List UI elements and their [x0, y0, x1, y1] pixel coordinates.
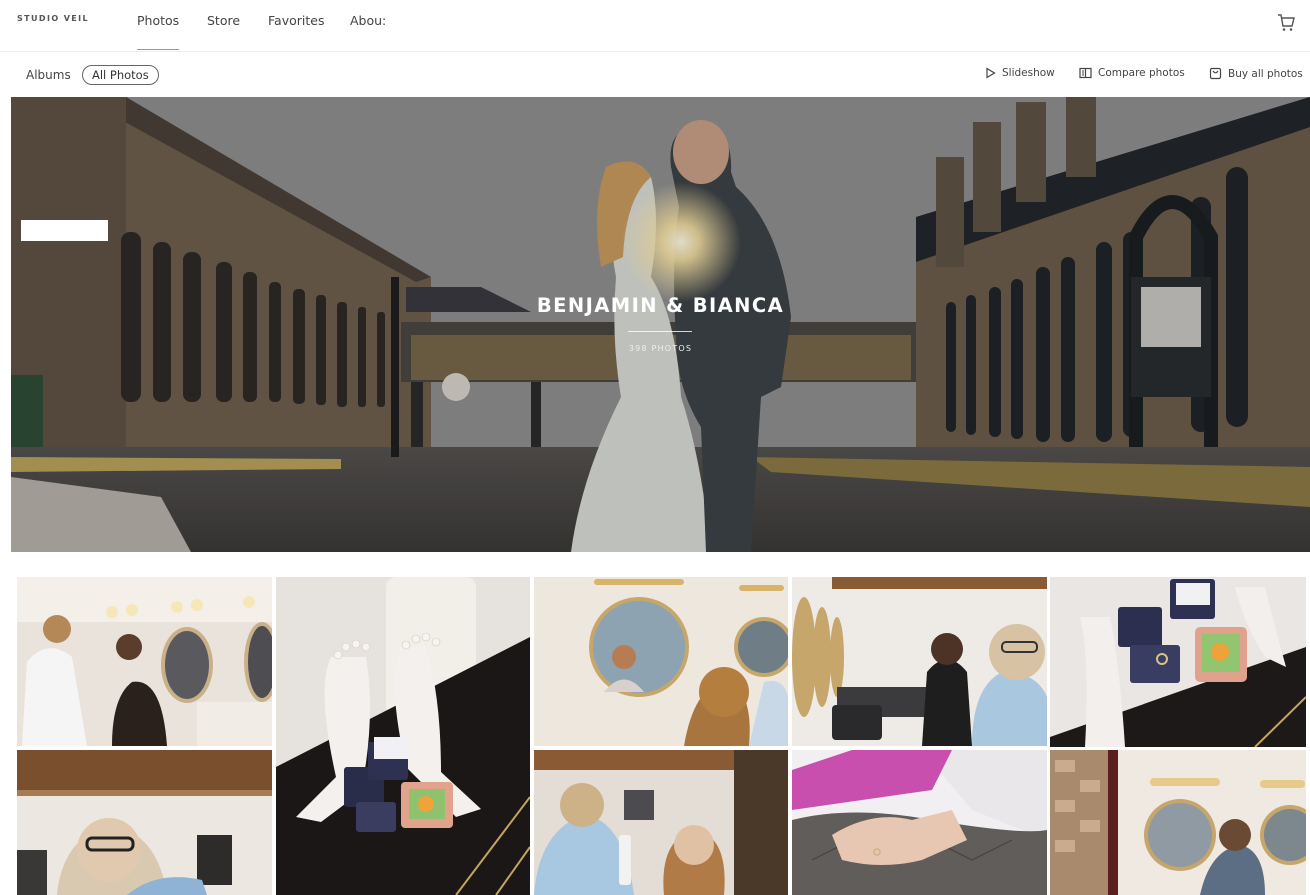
play-icon	[986, 67, 996, 79]
photo-tile[interactable]	[534, 750, 788, 895]
mirror-reflection-photo	[1050, 750, 1306, 895]
salon-hair-styling-photo	[17, 577, 272, 746]
photo-count: 398 PHOTOS	[628, 344, 693, 353]
title-divider	[628, 331, 692, 332]
ring-box-photo	[1050, 577, 1306, 747]
buy-all-photos-label: Buy all photos	[1228, 67, 1303, 80]
photo-tile[interactable]	[1050, 750, 1306, 895]
redacted-block	[21, 220, 108, 241]
albums-link[interactable]: Albums	[26, 68, 71, 82]
top-nav: STUDIO VEIL Photos Store Favorites Abou:	[0, 0, 1310, 52]
slideshow-button[interactable]: Slideshow	[985, 67, 1055, 79]
couple-kissing-photo	[11, 97, 1310, 552]
photo-tile[interactable]	[17, 577, 272, 746]
shopping-bag-icon	[1209, 67, 1222, 80]
gallery-title: BENJAMIN & BIANCA	[536, 294, 785, 317]
all-photos-tab[interactable]: All Photos	[82, 65, 159, 85]
photo-tile[interactable]	[792, 577, 1047, 746]
nav-favorites[interactable]: Favorites	[268, 13, 324, 28]
photo-tile[interactable]	[534, 577, 788, 746]
compare-photos-label: Compare photos	[1098, 67, 1185, 79]
stylist-in-salon-photo	[792, 577, 1047, 746]
bridal-shoes-ring-photo	[276, 577, 530, 895]
buy-all-photos-button[interactable]: Buy all photos	[1209, 67, 1303, 80]
hairspray-styling-photo	[534, 750, 788, 895]
shopping-cart-icon[interactable]	[1276, 11, 1296, 33]
hand-on-chair-photo	[792, 750, 1047, 895]
brand-logo[interactable]: STUDIO VEIL	[17, 14, 89, 23]
gallery-toolbar: Albums All Photos Slideshow Compare phot…	[0, 53, 1310, 97]
photo-tile[interactable]	[17, 750, 272, 895]
photo-tile[interactable]	[1050, 577, 1306, 747]
photo-tile[interactable]	[792, 750, 1047, 895]
nav-store[interactable]: Store	[207, 13, 240, 28]
round-mirror-salon-photo	[534, 577, 788, 746]
compare-icon	[1079, 67, 1092, 79]
smiling-stylist-photo	[17, 750, 272, 895]
nav-about[interactable]: Abou:	[350, 13, 386, 28]
cover-photo[interactable]: BENJAMIN & BIANCA 398 PHOTOS	[11, 97, 1310, 552]
compare-photos-button[interactable]: Compare photos	[1079, 67, 1185, 79]
nav-photos[interactable]: Photos	[137, 13, 180, 50]
slideshow-label: Slideshow	[1002, 67, 1055, 79]
photo-tile[interactable]	[276, 577, 530, 895]
